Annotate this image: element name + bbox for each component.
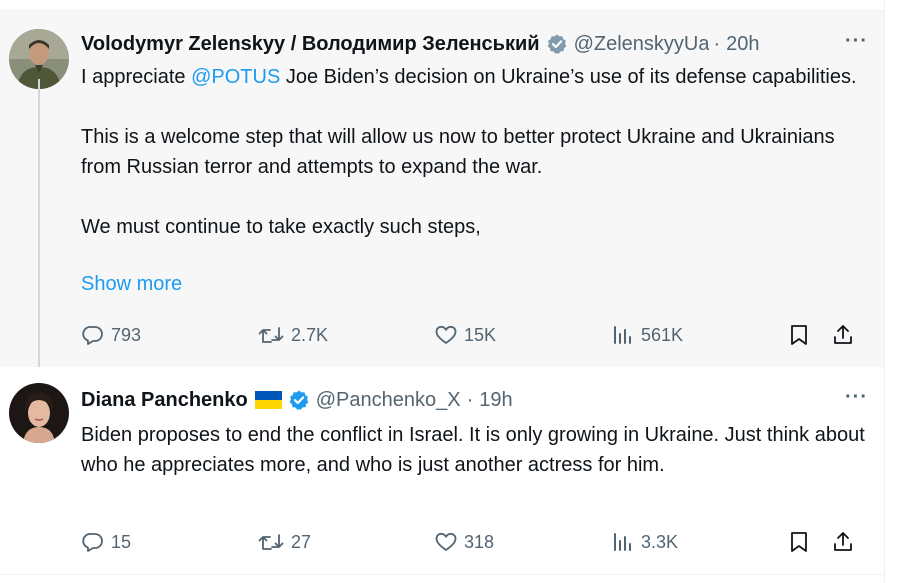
thread-connector — [38, 79, 40, 369]
author-name[interactable]: Volodymyr Zelenskyy / Володимир Зеленськ… — [81, 33, 540, 56]
retweet-icon — [257, 530, 285, 554]
reply-button[interactable]: 793 — [81, 320, 141, 350]
reply-count: 793 — [111, 324, 142, 345]
share-button[interactable] — [831, 527, 855, 557]
retweet-icon — [257, 323, 285, 347]
text-segment: Joe Biden’s decision on Ukraine’s use of… — [280, 66, 857, 88]
views-button[interactable]: 561K — [611, 320, 683, 350]
action-bar: 15 27 318 3.3K — [81, 527, 863, 557]
timestamp[interactable]: 19h — [479, 389, 512, 412]
views-icon — [611, 323, 635, 347]
text-paragraph: We must continue to take exactly such st… — [81, 216, 481, 238]
retweet-count: 2.7K — [291, 324, 329, 345]
divider — [0, 574, 884, 575]
like-count: 15K — [464, 324, 497, 345]
tweet-header: Volodymyr Zelenskyy / Володимир Зеленськ… — [81, 32, 872, 56]
separator-dot: · — [713, 32, 721, 55]
more-icon[interactable]: ··· — [845, 30, 868, 53]
text-segment: I appreciate — [81, 66, 192, 88]
bookmark-button[interactable] — [787, 527, 811, 557]
bookmark-icon — [787, 530, 811, 554]
share-button[interactable] — [831, 320, 855, 350]
bookmark-icon — [787, 323, 811, 347]
like-count: 318 — [464, 531, 495, 552]
retweet-count: 27 — [291, 531, 312, 552]
retweet-button[interactable]: 27 — [257, 527, 311, 557]
retweet-button[interactable]: 2.7K — [257, 320, 328, 350]
tweet-header: Diana Panchenko @Panchenko_X · 19h — [81, 388, 872, 412]
like-button[interactable]: 15K — [434, 320, 496, 350]
heart-icon — [434, 323, 458, 347]
text-paragraph: This is a welcome step that will allow u… — [81, 126, 835, 178]
ukraine-flag-icon — [254, 391, 282, 409]
separator-dot: · — [466, 388, 474, 411]
views-count: 561K — [641, 324, 684, 345]
reply-button[interactable]: 15 — [81, 527, 131, 557]
more-icon[interactable]: ··· — [845, 386, 868, 409]
mention-link[interactable]: @POTUS — [191, 66, 280, 88]
share-icon — [831, 530, 855, 554]
author-handle[interactable]: @ZelenskyyUa — [574, 33, 710, 56]
share-icon — [831, 323, 855, 347]
like-button[interactable]: 318 — [434, 527, 494, 557]
verified-badge-icon[interactable] — [546, 33, 568, 55]
timestamp[interactable]: 20h — [726, 33, 759, 56]
heart-icon — [434, 530, 458, 554]
author-name[interactable]: Diana Panchenko — [81, 389, 248, 412]
author-handle[interactable]: @Panchenko_X — [316, 389, 461, 412]
tweet-text: Biden proposes to end the conflict in Is… — [81, 424, 865, 476]
reply-icon — [81, 530, 105, 554]
tweet-text: I appreciate @POTUS Joe Biden’s decision… — [81, 62, 871, 242]
tweet-zelenskyy[interactable]: Volodymyr Zelenskyy / Володимир Зеленськ… — [0, 11, 884, 367]
views-icon — [611, 530, 635, 554]
views-button[interactable]: 3.3K — [611, 527, 678, 557]
action-bar: 793 2.7K 15K 561K — [81, 320, 863, 350]
reply-icon — [81, 323, 105, 347]
verified-badge-icon[interactable] — [288, 389, 310, 411]
tweet-panchenko[interactable]: Diana Panchenko @Panchenko_X · 19h ··· B… — [0, 367, 884, 574]
avatar[interactable] — [9, 383, 69, 443]
views-count: 3.3K — [641, 531, 679, 552]
timeline: Volodymyr Zelenskyy / Володимир Зеленськ… — [0, 0, 885, 583]
reply-count: 15 — [111, 531, 132, 552]
show-more-link[interactable]: Show more — [81, 273, 182, 296]
bookmark-button[interactable] — [787, 320, 811, 350]
